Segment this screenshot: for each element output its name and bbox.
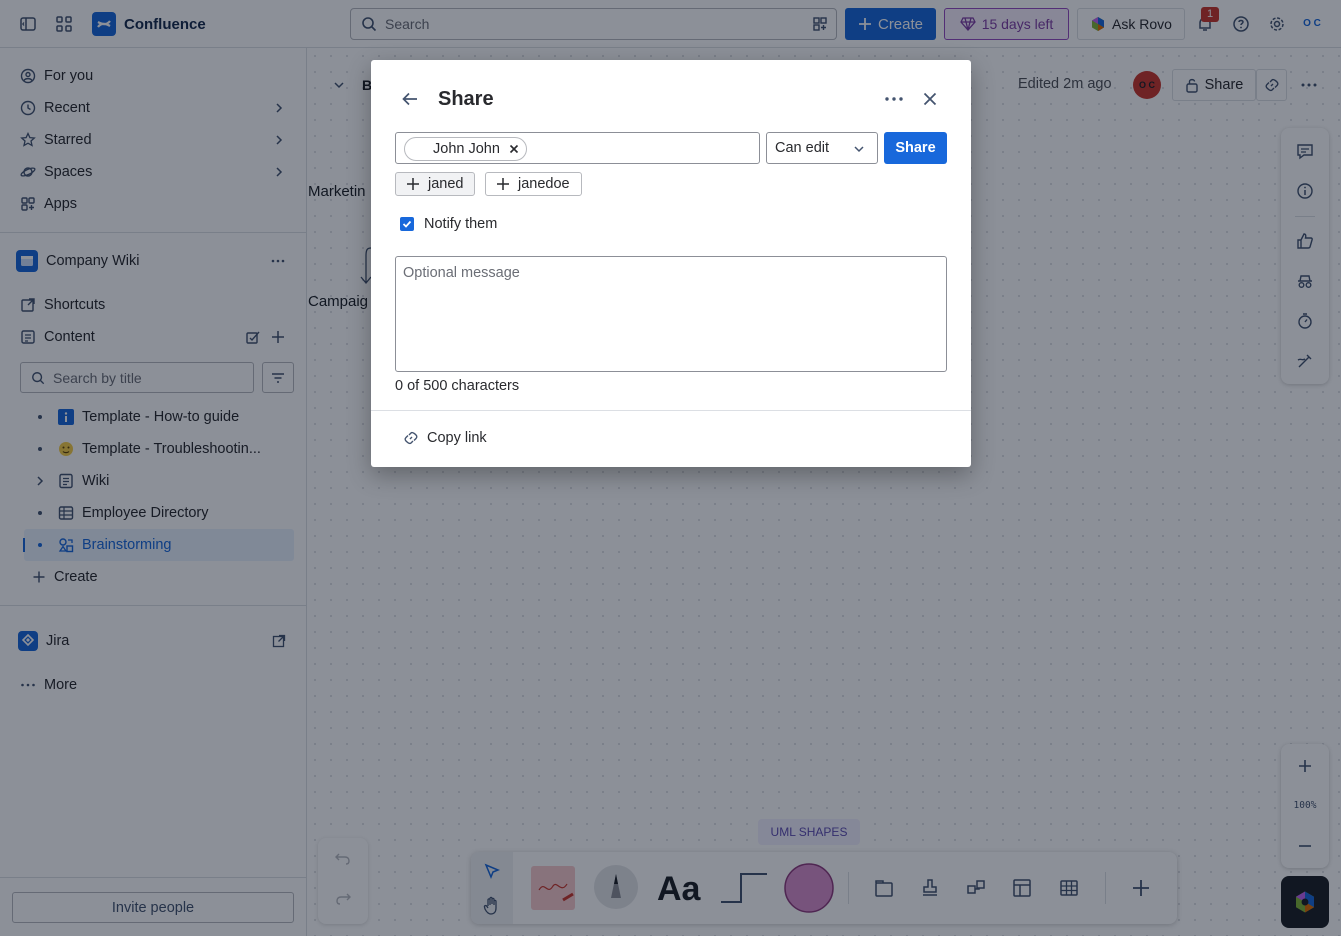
suggestion-janed[interactable]: janed [395,172,476,196]
suggestion-janedoe[interactable]: janedoe [485,172,582,196]
suggestion-label: janedoe [518,176,570,192]
notify-checkbox[interactable] [400,217,414,231]
permission-value: Can edit [775,140,830,156]
character-count: 0 of 500 characters [395,378,520,394]
notify-them-option[interactable]: Notify them [400,216,497,232]
plus-icon [406,177,420,191]
share-button[interactable]: Share [884,132,947,164]
suggestion-label: janed [428,176,464,192]
selected-user-chip[interactable]: John John [404,137,527,161]
dialog-divider [371,410,971,411]
dialog-title: Share [438,88,494,110]
chip-name: John John [433,141,500,157]
notify-label: Notify them [424,216,498,232]
chevron-down-icon [853,143,865,155]
share-dialog: Share John John Can edit Share janed jan… [371,60,971,467]
remove-chip-icon[interactable] [508,143,520,155]
link-icon [403,430,419,446]
message-placeholder: Optional message [403,265,520,281]
people-picker-input[interactable]: John John [395,132,760,164]
more-options-icon[interactable] [883,90,905,108]
optional-message-textarea[interactable]: Optional message [395,256,947,372]
copy-link-label: Copy link [427,430,487,446]
back-arrow-icon[interactable] [401,90,419,108]
copy-link-button[interactable]: Copy link [403,430,487,446]
permission-dropdown[interactable]: Can edit [766,132,878,164]
plus-icon [496,177,510,191]
chip-avatar [411,142,425,156]
close-icon[interactable] [921,90,939,108]
